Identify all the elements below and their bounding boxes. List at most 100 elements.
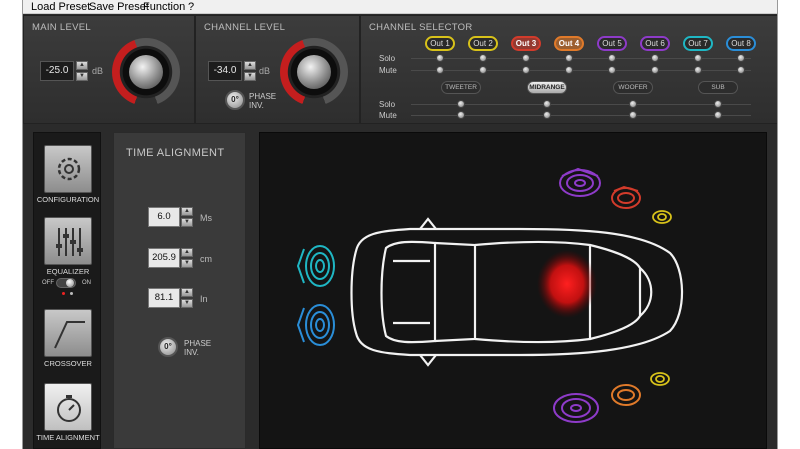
car-stage bbox=[259, 132, 767, 449]
nav-configuration-button[interactable] bbox=[44, 145, 92, 193]
eq-toggle-switch[interactable] bbox=[56, 278, 76, 288]
main-level-unit: dB bbox=[92, 66, 104, 76]
mute-toggle-sub[interactable] bbox=[714, 111, 722, 119]
delay-ms-stepper[interactable]: ▲ ▼ bbox=[181, 207, 193, 227]
car-outline-icon bbox=[350, 217, 684, 367]
stepper-down-icon[interactable]: ▼ bbox=[181, 299, 193, 308]
stepper-down-icon[interactable]: ▼ bbox=[181, 259, 193, 268]
nav-equalizer-button[interactable] bbox=[44, 217, 92, 265]
nav-crossover-button[interactable] bbox=[44, 309, 92, 357]
sidebar: CONFIGURATION EQUALIZER OFF ON CROSSOVER… bbox=[33, 132, 101, 449]
solo-toggle-out-2[interactable] bbox=[479, 54, 487, 62]
crossover-icon bbox=[54, 321, 85, 349]
nav-equalizer-label: EQUALIZER bbox=[46, 267, 90, 276]
solo-toggle-out-8[interactable] bbox=[737, 54, 745, 62]
mute-toggle-out-4[interactable] bbox=[565, 66, 573, 74]
main-level-stepper[interactable]: ▲ ▼ bbox=[76, 61, 88, 81]
eq-indicator-off bbox=[62, 292, 65, 295]
nav-configuration-label: CONFIGURATION bbox=[36, 195, 100, 204]
band-button-woofer[interactable]: WOOFER bbox=[613, 81, 653, 94]
solo-toggle-sub[interactable] bbox=[714, 100, 722, 108]
output-button-3[interactable]: Out 3 bbox=[511, 36, 541, 51]
stepper-up-icon[interactable]: ▲ bbox=[181, 207, 193, 216]
solo-toggle-tweeter[interactable] bbox=[457, 100, 465, 108]
mute-toggle-tweeter[interactable] bbox=[457, 111, 465, 119]
menu-load-preset[interactable]: Load Preset bbox=[31, 1, 90, 13]
delay-ms-unit: Ms bbox=[200, 213, 212, 223]
solo-toggle-out-6[interactable] bbox=[651, 54, 659, 62]
nav-time-alignment-button[interactable] bbox=[44, 383, 92, 431]
delay-ms-field[interactable]: 6.0 bbox=[148, 207, 180, 227]
output-button-1[interactable]: Out 1 bbox=[425, 36, 455, 51]
stepper-down-icon[interactable]: ▼ bbox=[181, 218, 193, 227]
delay-in-field[interactable]: 81.1 bbox=[148, 288, 180, 308]
phase-label-line1: PHASE bbox=[184, 339, 212, 348]
ta-phase-button[interactable]: 0° bbox=[158, 337, 178, 357]
stepper-down-icon[interactable]: ▼ bbox=[76, 72, 88, 81]
solo-toggle-out-4[interactable] bbox=[565, 54, 573, 62]
band-button-midrange[interactable]: MIDRANGE bbox=[527, 81, 567, 94]
nav-time-alignment-label: TIME ALIGNMENT bbox=[36, 433, 100, 442]
channel-level-stepper[interactable]: ▲ ▼ bbox=[244, 61, 256, 81]
menu-function[interactable]: Function bbox=[143, 1, 185, 13]
mute-toggle-out-2[interactable] bbox=[479, 66, 487, 74]
delay-cm-stepper[interactable]: ▲ ▼ bbox=[181, 248, 193, 268]
solo-toggle-out-3[interactable] bbox=[522, 54, 530, 62]
channel-selector-title: CHANNEL SELECTOR bbox=[369, 22, 473, 33]
solo-toggle-out-5[interactable] bbox=[608, 54, 616, 62]
output-button-4[interactable]: Out 4 bbox=[554, 36, 584, 51]
speaker-sub-lower-icon bbox=[296, 304, 335, 346]
delay-cm-field[interactable]: 205.9 bbox=[148, 248, 180, 268]
channel-phase-button[interactable]: 0° bbox=[225, 90, 245, 110]
mute-toggle-out-7[interactable] bbox=[694, 66, 702, 74]
knob-cap bbox=[297, 55, 331, 89]
mute-label-top: Mute bbox=[379, 66, 397, 75]
eq-indicator-on bbox=[70, 292, 73, 295]
eq-toggle-on-label: ON bbox=[82, 280, 91, 286]
menu-save-preset[interactable]: Save Preset bbox=[89, 1, 149, 13]
output-button-2[interactable]: Out 2 bbox=[468, 36, 498, 51]
speaker-sub-upper-icon bbox=[296, 245, 335, 287]
band-button-tweeter[interactable]: TWEETER bbox=[441, 81, 481, 94]
channel-level-title: CHANNEL LEVEL bbox=[204, 22, 286, 33]
solo-toggle-out-7[interactable] bbox=[694, 54, 702, 62]
solo-toggle-midrange[interactable] bbox=[543, 100, 551, 108]
stepper-up-icon[interactable]: ▲ bbox=[181, 248, 193, 257]
solo-toggle-woofer[interactable] bbox=[629, 100, 637, 108]
output-button-6[interactable]: Out 6 bbox=[640, 36, 670, 51]
mute-toggle-out-5[interactable] bbox=[608, 66, 616, 74]
channel-phase-label: PHASE INV. bbox=[249, 92, 276, 110]
output-button-5[interactable]: Out 5 bbox=[597, 36, 627, 51]
speaker-woofer-right-front-icon bbox=[553, 393, 599, 423]
mute-toggle-out-1[interactable] bbox=[436, 66, 444, 74]
mute-toggle-midrange[interactable] bbox=[543, 111, 551, 119]
menu-help[interactable]: ? bbox=[188, 1, 194, 13]
delay-in-stepper[interactable]: ▲ ▼ bbox=[181, 288, 193, 308]
mute-toggle-out-8[interactable] bbox=[737, 66, 745, 74]
output-button-7[interactable]: Out 7 bbox=[683, 36, 713, 51]
channel-selector-panel: CHANNEL SELECTOR Out 1 Out 2 Out 3 Out 4 Out… bbox=[360, 15, 777, 124]
stepper-down-icon[interactable]: ▼ bbox=[244, 72, 256, 81]
channel-level-value[interactable]: -34.0 bbox=[208, 61, 242, 81]
speaker-tweeter-right-icon bbox=[650, 372, 670, 386]
solo-toggle-out-1[interactable] bbox=[436, 54, 444, 62]
output-button-8[interactable]: Out 8 bbox=[726, 36, 756, 51]
band-button-sub[interactable]: SUB bbox=[698, 81, 738, 94]
stepper-up-icon[interactable]: ▲ bbox=[76, 61, 88, 70]
mute-toggle-woofer[interactable] bbox=[629, 111, 637, 119]
gear-icon bbox=[57, 157, 81, 181]
stepper-up-icon[interactable]: ▲ bbox=[181, 288, 193, 297]
main-level-panel: MAIN LEVEL -25.0 ▲ ▼ dB bbox=[23, 15, 195, 124]
main-level-value[interactable]: -25.0 bbox=[40, 61, 74, 81]
main-level-knob[interactable] bbox=[112, 38, 180, 106]
car-diagram bbox=[296, 167, 684, 423]
phase-label-line2: INV. bbox=[184, 348, 199, 357]
channel-level-unit: dB bbox=[259, 66, 271, 76]
delay-in-unit: In bbox=[200, 294, 208, 304]
stepper-up-icon[interactable]: ▲ bbox=[244, 61, 256, 70]
mute-label-bottom: Mute bbox=[379, 111, 397, 120]
mute-toggle-out-6[interactable] bbox=[651, 66, 659, 74]
app-window: Load Preset Save Preset Function ? MAIN … bbox=[22, 0, 778, 449]
channel-level-knob[interactable] bbox=[280, 38, 348, 106]
mute-toggle-out-3[interactable] bbox=[522, 66, 530, 74]
